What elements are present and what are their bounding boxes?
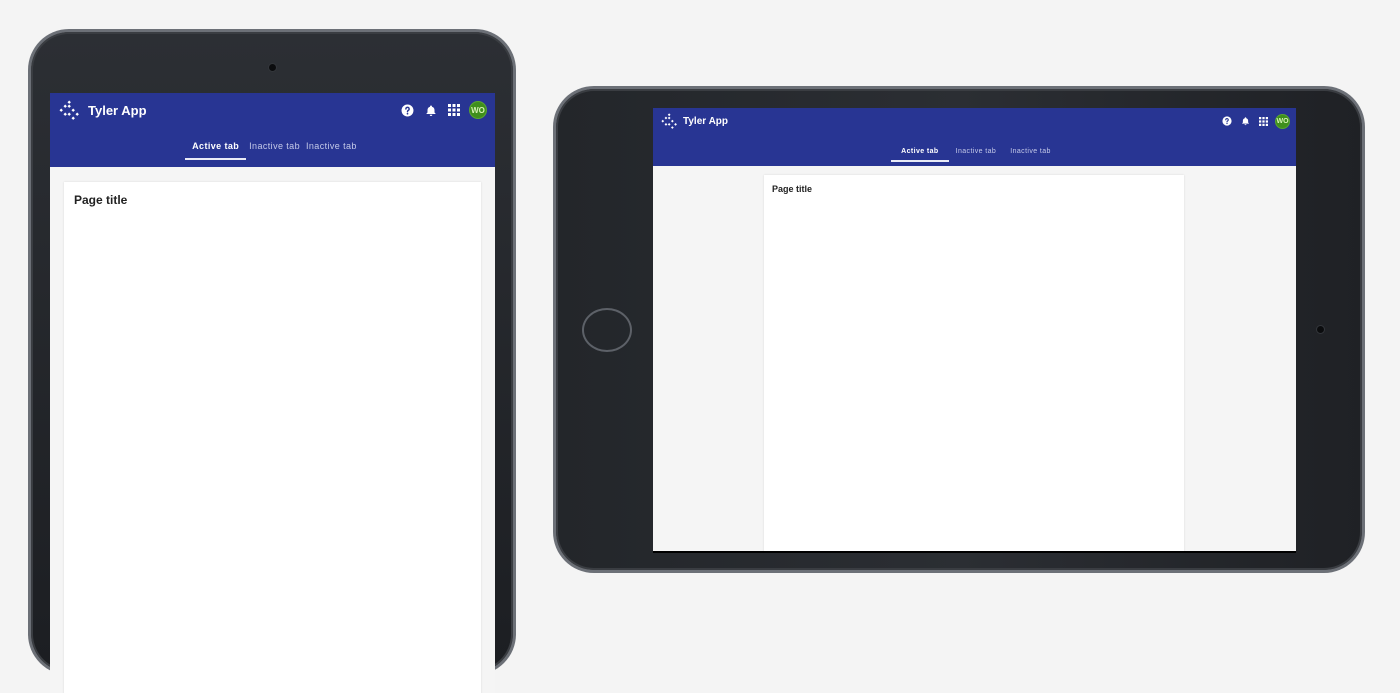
tab-bar: Active tab Inactive tab Inactive tab [653,148,1296,162]
user-avatar[interactable]: WO [469,101,487,119]
page-title: Page title [74,193,128,207]
page-card: Page title [64,182,481,693]
notifications-icon[interactable] [1236,112,1254,130]
app-bar: Tyler App WO Active tab Inactive tab Ina… [50,93,495,167]
portrait-screen: Tyler App WO Active tab Inactive tab Ina… [50,93,495,693]
tab-active[interactable]: Active tab [891,148,950,162]
app-bar-row: Tyler App WO [653,108,1296,134]
tab-active[interactable]: Active tab [185,141,247,160]
page-title: Page title [772,184,813,194]
app-title: Tyler App [683,115,729,127]
app-title: Tyler App [88,102,147,118]
app-bar-row: Tyler App WO [50,93,495,127]
tab-inactive-2[interactable]: Inactive tab [1003,148,1058,162]
camera-icon [269,64,276,71]
tab-inactive-1[interactable]: Inactive tab [949,148,1004,162]
tyler-logo-icon[interactable] [661,113,677,129]
portrait-tablet-frame: Tyler App WO Active tab Inactive tab Ina… [31,32,513,693]
apps-grid-icon[interactable] [1254,112,1272,130]
landscape-tablet-frame: Tyler App WO Active tab Inactive tab Ina… [556,89,1362,570]
help-icon[interactable] [396,99,419,122]
tab-inactive-2[interactable]: Inactive tab [303,141,360,160]
app-bar: Tyler App WO Active tab Inactive tab Ina… [653,108,1296,166]
notifications-icon[interactable] [419,99,442,122]
landscape-screen: Tyler App WO Active tab Inactive tab Ina… [653,108,1296,553]
tab-inactive-1[interactable]: Inactive tab [246,141,303,160]
user-avatar[interactable]: WO [1275,113,1290,129]
tab-bar: Active tab Inactive tab Inactive tab [50,141,495,160]
home-button-icon[interactable] [582,308,632,352]
help-icon[interactable] [1218,112,1236,130]
tyler-logo-icon[interactable] [59,100,79,120]
apps-grid-icon[interactable] [442,99,465,122]
camera-icon [1317,326,1324,333]
page-card: Page title [764,175,1184,551]
